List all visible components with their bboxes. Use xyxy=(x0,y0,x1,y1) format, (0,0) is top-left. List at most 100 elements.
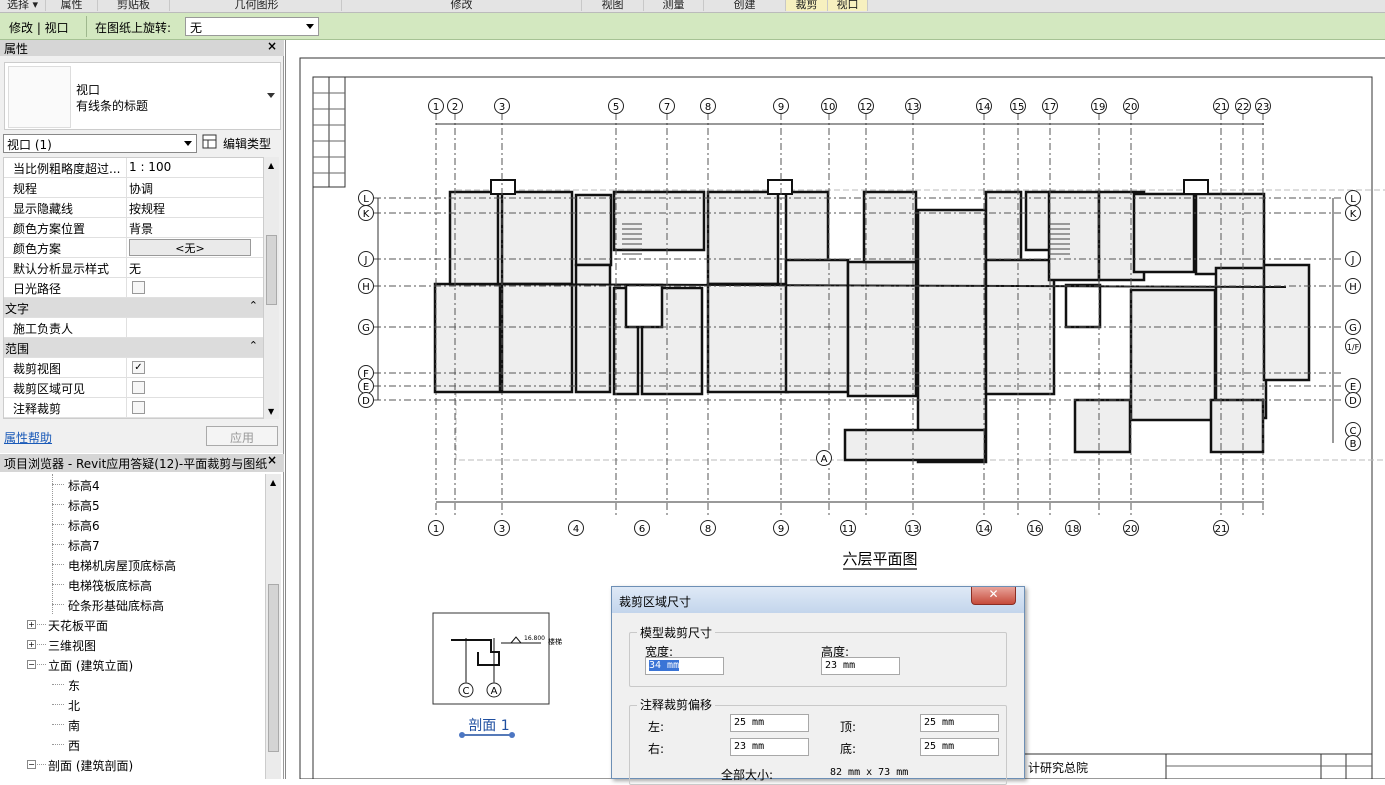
browser-item[interactable]: 标高4 xyxy=(68,477,100,494)
left-axis-bubble-label: H xyxy=(362,282,370,293)
collapse-icon[interactable]: ⌃ xyxy=(249,299,258,312)
ribbon-panel-label[interactable]: 剪贴板 xyxy=(98,0,170,11)
property-name: 颜色方案 xyxy=(13,242,62,256)
bottom-axis-bubble-label: 21 xyxy=(1215,524,1228,535)
expand-icon[interactable]: + xyxy=(27,620,36,629)
bottom-axis-bubble-label: 14 xyxy=(978,524,991,535)
section-title-grip[interactable] xyxy=(459,732,465,738)
ribbon-panel-label[interactable]: 属性 xyxy=(46,0,98,11)
room-wall xyxy=(916,208,988,464)
room-wall xyxy=(500,282,574,394)
scroll-thumb[interactable] xyxy=(268,584,279,752)
bottom-offset-input[interactable]: 25 mm xyxy=(920,738,999,756)
type-family: 视口 xyxy=(76,83,101,97)
ribbon-panel-label[interactable]: 修改 xyxy=(342,0,582,11)
property-group-header[interactable]: 范围 ⌃ xyxy=(4,338,264,358)
expand-icon[interactable]: + xyxy=(27,640,36,649)
property-checkbox[interactable] xyxy=(132,381,145,394)
room-wall xyxy=(612,190,706,252)
browser-item[interactable]: 电梯机房屋顶底标高 xyxy=(68,557,176,574)
balcony-notch xyxy=(490,179,516,195)
property-checkbox[interactable] xyxy=(132,401,145,414)
properties-palette: 属性 × 视口 有线条的标题 视口 (1) 编辑类型 当比例粗略度超过... 1 :… xyxy=(0,39,284,453)
scroll-thumb[interactable] xyxy=(266,235,277,305)
properties-scrollbar[interactable]: ▲ ▼ xyxy=(263,157,279,419)
close-icon[interactable]: × xyxy=(267,39,277,53)
browser-item[interactable]: 东 xyxy=(68,677,80,694)
property-value[interactable]: 1 : 100 xyxy=(129,160,171,174)
property-value[interactable]: 协调 xyxy=(129,180,153,197)
browser-item[interactable]: 立面 (建筑立面) xyxy=(48,657,133,674)
browser-item[interactable]: 电梯筏板底标高 xyxy=(68,577,152,594)
right-axis-bubble-label: E xyxy=(1350,382,1356,393)
collapse-icon[interactable]: ⌃ xyxy=(249,339,258,352)
top-axis-bubble-label: 23 xyxy=(1257,102,1270,113)
property-checkbox[interactable] xyxy=(132,281,145,294)
dialog-title-bar: 裁剪区域尺寸 xyxy=(612,587,1024,613)
property-row: 当比例粗略度超过... 1 : 100 xyxy=(4,158,264,178)
project-browser-header: 项目浏览器 - Revit应用答疑(12)-平面裁剪与图纸 × xyxy=(0,453,284,472)
width-input[interactable]: 34 mm xyxy=(645,657,724,675)
browser-item[interactable]: 标高7 xyxy=(68,537,100,554)
dialog-close-button[interactable]: ✕ xyxy=(971,587,1016,605)
scroll-up-icon[interactable]: ▲ xyxy=(270,478,276,487)
title-block-organization: 计研究总院 xyxy=(1028,760,1088,775)
bottom-axis-bubble-label: 9 xyxy=(778,524,784,535)
left-axis-bubble-label: J xyxy=(364,255,368,266)
browser-item[interactable]: 西 xyxy=(68,737,80,754)
collapse-icon[interactable]: − xyxy=(27,760,36,769)
property-group-label: 文字 xyxy=(5,302,30,316)
ribbon-panel-label[interactable]: 几何图形 xyxy=(172,0,342,11)
room-wall xyxy=(706,282,790,394)
tree-line xyxy=(52,474,53,614)
collapse-icon[interactable]: − xyxy=(27,660,36,669)
section-title-grip[interactable] xyxy=(509,732,515,738)
scroll-down-icon[interactable]: ▼ xyxy=(268,407,274,416)
column-divider xyxy=(126,198,127,218)
ribbon-panel-label[interactable]: 创建 xyxy=(704,0,786,11)
left-offset-input[interactable]: 25 mm xyxy=(730,714,809,732)
ribbon-panel-label[interactable]: 选择 ▾ xyxy=(0,0,46,11)
property-value-button[interactable]: <无> xyxy=(129,239,251,256)
property-value[interactable]: 背景 xyxy=(129,220,153,237)
type-selector[interactable]: 视口 有线条的标题 xyxy=(4,62,281,130)
dialog-title: 裁剪区域尺寸 xyxy=(619,595,692,609)
browser-item[interactable]: 北 xyxy=(68,697,80,714)
apply-button[interactable]: 应用 xyxy=(206,426,278,446)
property-group-header[interactable]: 文字 ⌃ xyxy=(4,298,264,318)
browser-item[interactable]: 剖面 (建筑剖面) xyxy=(48,757,133,774)
property-value[interactable]: 按规程 xyxy=(129,200,165,217)
section-side-label: 楼梯 xyxy=(548,637,562,646)
browser-item[interactable]: 三维视图 xyxy=(48,637,96,654)
property-row: 裁剪区域可见 xyxy=(4,378,264,398)
property-checkbox[interactable]: ✓ xyxy=(132,361,145,374)
browser-item[interactable]: 天花板平面 xyxy=(48,617,108,634)
section-title[interactable]: 剖面 1 xyxy=(468,718,509,734)
browser-item[interactable]: 砼条形基础底标高 xyxy=(68,597,164,614)
ribbon-panel-label[interactable]: 测量 xyxy=(644,0,704,11)
instance-filter-select[interactable]: 视口 (1) xyxy=(3,134,197,153)
ribbon-panel-label[interactable]: 视图 xyxy=(582,0,644,11)
browser-scrollbar[interactable]: ▲ xyxy=(265,474,281,779)
property-value[interactable]: 无 xyxy=(129,260,141,277)
browser-item[interactable]: 南 xyxy=(68,717,80,734)
bottom-axis-bubble-label: 3 xyxy=(499,524,505,535)
right-offset-input[interactable]: 23 mm xyxy=(730,738,809,756)
property-name: 当比例粗略度超过... xyxy=(13,162,121,176)
height-input[interactable]: 23 mm xyxy=(821,657,900,675)
ribbon-panel-label[interactable]: 裁剪 xyxy=(786,0,828,11)
stair-well xyxy=(1064,283,1102,329)
scroll-up-icon[interactable]: ▲ xyxy=(268,161,274,170)
room-wall xyxy=(500,190,574,286)
close-icon[interactable]: × xyxy=(267,453,277,467)
top-offset-input[interactable]: 25 mm xyxy=(920,714,999,732)
rotate-on-sheet-select[interactable]: 无 xyxy=(185,17,319,36)
ribbon-panel-label[interactable]: 视口 xyxy=(828,0,868,11)
tree-line xyxy=(52,584,64,585)
instance-filter-value: 视口 (1) xyxy=(7,138,52,152)
chevron-down-icon[interactable] xyxy=(267,93,275,98)
properties-help-link[interactable]: 属性帮助 xyxy=(4,429,52,446)
browser-item[interactable]: 标高5 xyxy=(68,497,100,514)
top-axis-bubble-label: 3 xyxy=(499,102,505,113)
browser-item[interactable]: 标高6 xyxy=(68,517,100,534)
